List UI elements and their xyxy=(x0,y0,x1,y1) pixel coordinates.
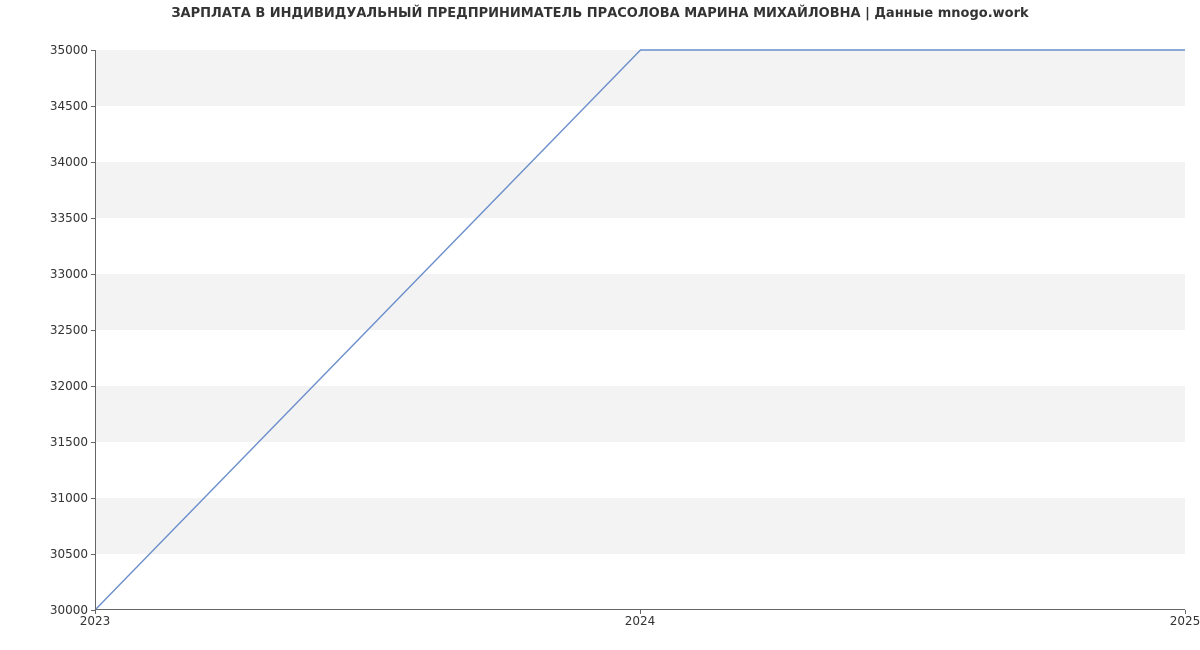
y-tick-label: 31500 xyxy=(28,435,88,449)
y-tick-mark xyxy=(91,330,95,331)
y-tick-mark xyxy=(91,50,95,51)
x-tick-mark xyxy=(1185,610,1186,614)
x-tick-label: 2023 xyxy=(80,614,111,628)
chart-title: ЗАРПЛАТА В ИНДИВИДУАЛЬНЫЙ ПРЕДПРИНИМАТЕЛ… xyxy=(0,6,1200,21)
y-tick-mark xyxy=(91,162,95,163)
x-tick-label: 2024 xyxy=(625,614,656,628)
y-tick-label: 32000 xyxy=(28,379,88,393)
x-tick-mark xyxy=(640,610,641,614)
y-tick-mark xyxy=(91,218,95,219)
y-tick-mark xyxy=(91,106,95,107)
plot-area xyxy=(95,50,1185,610)
line-svg xyxy=(96,50,1185,609)
x-tick-mark xyxy=(95,610,96,614)
y-tick-label: 34500 xyxy=(28,99,88,113)
y-tick-mark xyxy=(91,386,95,387)
y-tick-mark xyxy=(91,498,95,499)
y-tick-label: 34000 xyxy=(28,155,88,169)
y-tick-mark xyxy=(91,442,95,443)
y-tick-label: 35000 xyxy=(28,43,88,57)
y-tick-label: 32500 xyxy=(28,323,88,337)
y-tick-label: 33500 xyxy=(28,211,88,225)
y-tick-label: 31000 xyxy=(28,491,88,505)
y-tick-mark xyxy=(91,274,95,275)
y-tick-mark xyxy=(91,554,95,555)
x-tick-label: 2025 xyxy=(1170,614,1200,628)
series-line xyxy=(96,50,1185,609)
y-tick-label: 33000 xyxy=(28,267,88,281)
y-tick-label: 30500 xyxy=(28,547,88,561)
